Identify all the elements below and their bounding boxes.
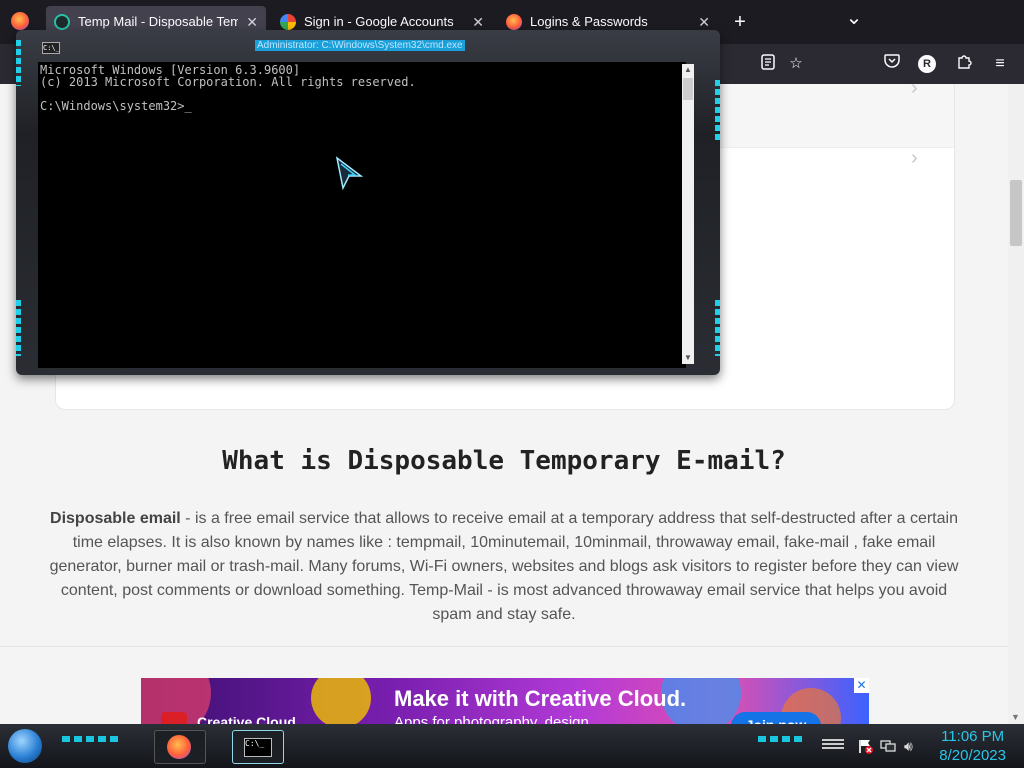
- clock-time: 11:06 PM: [941, 728, 1005, 745]
- network-icon[interactable]: [880, 738, 896, 757]
- ad-cta-button[interactable]: Join now: [731, 712, 821, 724]
- taskbar-cmd[interactable]: C:\_: [232, 730, 284, 764]
- ad-title: Make it with Creative Cloud.: [394, 686, 687, 711]
- show-desktop-icon[interactable]: [822, 739, 844, 751]
- page-heading: What is Disposable Temporary E-mail?: [222, 446, 786, 476]
- divider: [0, 646, 1008, 647]
- console-output[interactable]: Microsoft Windows [Version 6.3.9600] (c) …: [38, 62, 686, 368]
- console-scrollbar[interactable]: ▲ ▼: [682, 64, 694, 364]
- frame-accent: [715, 300, 720, 356]
- console-scroll-thumb[interactable]: [683, 78, 693, 100]
- firefox-menu-icon[interactable]: [11, 12, 29, 30]
- new-tab-button[interactable]: +: [730, 10, 750, 34]
- taskbar-firefox[interactable]: [154, 730, 206, 764]
- chevron-right-icon[interactable]: ›: [911, 84, 918, 100]
- pocket-icon[interactable]: [882, 54, 902, 74]
- description-paragraph: Disposable email - is a free email servi…: [48, 507, 960, 627]
- scroll-down-arrow-icon[interactable]: ▼: [1011, 712, 1020, 722]
- clock-date: 8/20/2023: [939, 747, 1006, 764]
- adobe-logo-icon: [161, 712, 187, 724]
- ad-close-icon[interactable]: ✕: [854, 678, 869, 693]
- frame-accent: [16, 40, 21, 86]
- taskbar-accent: [62, 736, 118, 742]
- page-scrollbar[interactable]: ▼: [1008, 84, 1024, 724]
- cmd-window[interactable]: C:\_ Administrator: C:\Windows\System32\…: [16, 30, 720, 375]
- taskbar-accent: [758, 736, 802, 742]
- cmd-icon: C:\_: [244, 738, 272, 757]
- scroll-down-arrow-icon[interactable]: ▼: [682, 352, 694, 364]
- extensions-puzzle-icon[interactable]: [954, 54, 974, 74]
- ad-subtitle: Apps for photography, design,: [394, 714, 594, 724]
- frame-accent: [16, 300, 21, 356]
- frame-accent: [715, 80, 720, 140]
- scrollbar-thumb[interactable]: [1010, 180, 1022, 246]
- start-button[interactable]: [8, 729, 42, 763]
- console-line: (c) 2013 Microsoft Corporation. All righ…: [40, 75, 416, 89]
- ad-brand: Creative Cloud: [197, 714, 296, 724]
- firefox-icon: [506, 14, 522, 30]
- ad-decoration: [311, 678, 371, 724]
- action-center-flag-icon[interactable]: [857, 738, 873, 757]
- account-avatar-icon[interactable]: R: [918, 55, 936, 73]
- scroll-up-arrow-icon[interactable]: ▲: [682, 64, 694, 76]
- console-prompt: C:\Windows\system32>_: [40, 99, 192, 113]
- paragraph-text: - is a free email service that allows to…: [49, 510, 959, 623]
- list-all-tabs-button[interactable]: ⌄: [844, 6, 864, 30]
- reader-view-icon[interactable]: [758, 54, 778, 74]
- chevron-right-icon[interactable]: ›: [911, 147, 918, 170]
- volume-icon[interactable]: 🔊︎: [904, 738, 913, 755]
- system-clock[interactable]: 11:06 PM 8/20/2023: [939, 727, 1006, 765]
- hamburger-menu-icon[interactable]: ≡: [990, 54, 1010, 74]
- taskbar: C:\_ 🔊︎ 11:06 PM 8/20/2023: [0, 724, 1024, 768]
- window-title: Administrator: C:\Windows\System32\cmd.e…: [255, 40, 465, 51]
- temp-mail-icon: [54, 14, 70, 30]
- paragraph-bold: Disposable email: [50, 510, 181, 527]
- google-icon: [280, 14, 296, 30]
- cmd-icon[interactable]: C:\_: [42, 42, 60, 54]
- bookmark-star-icon[interactable]: ☆: [786, 54, 806, 74]
- advertisement-banner[interactable]: Creative Cloud Make it with Creative Clo…: [141, 678, 869, 724]
- firefox-icon: [167, 735, 191, 759]
